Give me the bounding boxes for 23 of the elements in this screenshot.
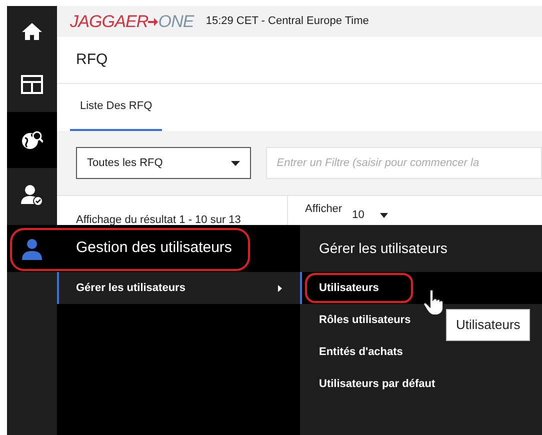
caret-icon [380, 212, 388, 218]
submenu-title: Gérer les utilisateurs [319, 239, 448, 258]
menu-title[interactable]: Gestion des utilisateurs [57, 237, 232, 260]
results-summary: Affichage du résultat 1 - 10 sur 13 [76, 214, 241, 226]
globe-search-icon [21, 130, 43, 150]
time-label: 15:29 CET - Central Europe Time [206, 14, 369, 30]
submenu-item[interactable]: Utilisateurs [300, 272, 542, 304]
user-icon [21, 238, 43, 260]
caret-icon [230, 160, 240, 166]
filter-dropdown[interactable]: Toutes les RFQ [76, 147, 251, 179]
hand-cursor-icon [424, 289, 446, 315]
user-check-icon [21, 184, 43, 206]
layout-icon [21, 74, 43, 94]
page-title: RFQ [76, 50, 108, 70]
page-size-dropdown[interactable]: 10 [352, 201, 388, 224]
menu-item[interactable]: Gérer les utilisateurs [57, 272, 300, 304]
tooltip: Utilisateurs [446, 309, 530, 340]
home-icon [22, 22, 42, 40]
logo: JAGGAER ONE [70, 10, 194, 33]
filter-input[interactable]: Entrer un Filtre (saisir pour commencer la [266, 147, 542, 179]
globe-nav-button[interactable] [7, 112, 57, 168]
caret-right-icon [278, 284, 282, 292]
page-size-label: Afficher [305, 202, 342, 217]
